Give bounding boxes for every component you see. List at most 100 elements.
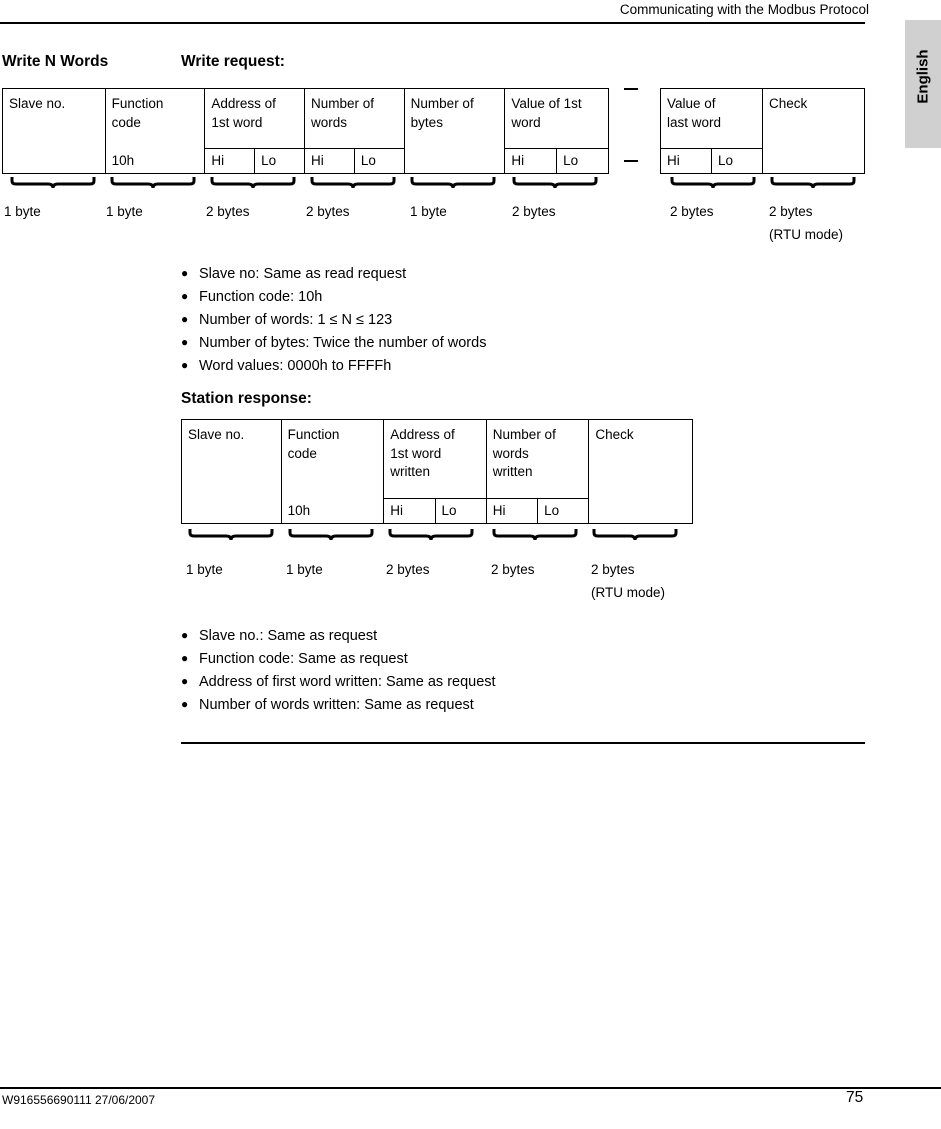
bullet-icon: ● — [181, 628, 189, 642]
list-item: ● Address of first word written: Same as… — [181, 674, 496, 697]
frame-gap-dash-bottom — [624, 160, 638, 162]
language-side-tab-label: English — [914, 49, 932, 104]
frame-cell-line2: 1st word — [390, 445, 442, 461]
frame-cell-line1: Value of — [667, 96, 716, 111]
frame-cell-line2: words — [492, 445, 529, 461]
frame-cell-line1: Function — [111, 96, 164, 111]
header-divider — [0, 22, 865, 24]
station-response-frame: Slave no. Function code 10h Address of 1… — [181, 419, 693, 524]
frame-cell-hi: Hi — [384, 499, 436, 523]
list-item-label: Slave no: Same as read request — [199, 266, 407, 282]
list-item-label: Slave no.: Same as request — [199, 628, 378, 644]
list-item-label: Number of words: 1 ≤ N ≤ 123 — [199, 312, 393, 328]
byte-label: 1 byte — [410, 204, 447, 219]
frame-cell-line1: Slave no. — [188, 427, 245, 442]
frame-cell-line2: code — [111, 114, 141, 130]
frame-cell-lo: Lo — [563, 153, 579, 168]
frame-cell-bottom — [769, 149, 859, 173]
frame-cell-hi: Hi — [205, 149, 256, 173]
frame-cell-hi-lo: Hi Lo — [384, 498, 486, 523]
frame-cell-hi-lo: Hi Lo — [661, 148, 762, 173]
list-item-label: Number of words written: Same as request — [199, 697, 474, 713]
bullet-icon: ● — [181, 358, 189, 372]
footer-page-number: 75 — [846, 1089, 864, 1106]
frame-cell-line1: Value of 1st — [511, 96, 582, 111]
frame-cell-hi: Hi — [305, 149, 355, 173]
write-request-bullet-list: ● Slave no: Same as read request ● Funct… — [181, 266, 486, 381]
brace-icon — [512, 176, 598, 189]
brace-icon — [210, 176, 296, 189]
bullet-icon: ● — [181, 266, 189, 280]
frame-cell-line1: Address of — [211, 96, 276, 111]
list-item-label: Number of bytes: Twice the number of wor… — [199, 335, 487, 351]
byte-label: 2 bytes — [591, 562, 635, 577]
list-item: ● Slave no: Same as read request — [181, 266, 486, 289]
frame-cell-bottom: 10h — [287, 503, 311, 518]
byte-label: 2 bytes — [670, 204, 714, 219]
bullet-icon: ● — [181, 312, 189, 326]
byte-label: 2 bytes — [769, 204, 813, 219]
bullet-icon: ● — [181, 651, 189, 665]
frame-cell-line2: word — [511, 114, 541, 130]
header-title: Communicating with the Modbus Protocol — [619, 2, 869, 17]
byte-label: 1 byte — [186, 562, 223, 577]
rtu-mode-note: (RTU mode) — [591, 585, 666, 600]
frame-cell-line1: Check — [595, 427, 634, 442]
list-item: ● Number of bytes: Twice the number of w… — [181, 335, 486, 358]
frame-cell-line1: Function — [287, 427, 340, 442]
list-item-label: Function code: Same as request — [199, 651, 408, 667]
list-item-label: Word values: 0000h to FFFFh — [199, 358, 392, 374]
section-title-station-response: Station response: — [181, 390, 312, 407]
frame-cell-check: Check — [763, 89, 864, 173]
brace-icon — [110, 176, 196, 189]
frame-cell-hi-lo: Hi Lo — [486, 498, 589, 523]
footer-divider — [0, 1087, 941, 1089]
frame-cell-line2: 1st word — [211, 114, 263, 130]
section-title-write-request: Write request: — [181, 53, 285, 70]
brace-icon — [310, 176, 396, 189]
frame-cell-number-of-bytes: Number of bytes — [405, 89, 506, 173]
brace-icon — [492, 528, 578, 541]
frame-cell-number-of-words: Number of words Hi Lo — [305, 89, 405, 173]
frame-cell-lo: Lo — [261, 153, 277, 168]
frame-cell-bottom: 10h — [111, 153, 135, 168]
list-item-label: Function code: 10h — [199, 289, 323, 305]
brace-icon — [670, 176, 756, 189]
brace-icon — [410, 176, 496, 189]
frame-cell-hi-lo: Hi Lo — [205, 148, 304, 173]
page-header: Communicating with the Modbus Protocol — [0, 0, 905, 26]
frame-cell-lo: Lo — [441, 503, 457, 518]
bullet-icon: ● — [181, 289, 189, 303]
list-item-label: Address of first word written: Same as r… — [199, 674, 496, 690]
list-item: ● Number of words written: Same as reque… — [181, 697, 496, 720]
frame-cell-hi-lo: Hi Lo — [505, 148, 608, 173]
byte-label: 2 bytes — [206, 204, 250, 219]
brace-icon — [10, 176, 96, 189]
frame-cell-line2: bytes — [410, 114, 443, 130]
frame-cell-hi: Hi — [505, 149, 558, 173]
bullet-icon: ● — [181, 697, 189, 711]
frame-cell-line2: last word — [667, 114, 722, 130]
frame-cell-lo: Lo — [544, 503, 560, 518]
frame-cell-line2: words — [311, 114, 348, 130]
station-response-bullet-list: ● Slave no.: Same as request ● Function … — [181, 628, 496, 720]
frame-cell-lo: Lo — [360, 153, 376, 168]
rtu-mode-note: (RTU mode) — [769, 227, 844, 242]
list-item: ● Slave no.: Same as request — [181, 628, 496, 651]
frame-cell-bottom — [595, 499, 687, 523]
list-item: ● Function code: Same as request — [181, 651, 496, 674]
frame-cell-hi-lo: Hi Lo — [305, 148, 404, 173]
frame-cell-address-1st-word-written: Address of 1st word written Hi Lo — [384, 420, 487, 523]
footer-doc-ref: W916556690111 27/06/2007 — [2, 1093, 156, 1107]
frame-cell-line3: written — [492, 464, 533, 480]
write-request-frame-right: Value of last word Hi Lo Check — [660, 88, 865, 174]
frame-cell-hi: Hi — [661, 149, 712, 173]
byte-label: 2 bytes — [386, 562, 430, 577]
brace-icon — [592, 528, 678, 541]
byte-label: 2 bytes — [491, 562, 535, 577]
section-divider — [181, 742, 865, 744]
write-request-frame-left: Slave no. Function code 10h Address of 1… — [2, 88, 609, 174]
language-side-tab: English — [905, 20, 941, 148]
frame-cell-line1: Number of — [311, 96, 375, 111]
byte-label: 1 byte — [106, 204, 143, 219]
